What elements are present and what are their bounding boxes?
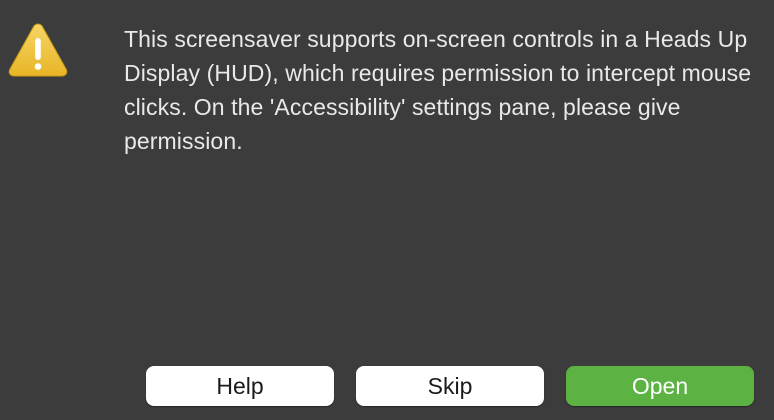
alert-dialog: This screensaver supports on-screen cont… bbox=[0, 0, 774, 420]
alert-message: This screensaver supports on-screen cont… bbox=[124, 26, 752, 154]
open-button[interactable]: Open bbox=[566, 366, 754, 406]
skip-button[interactable]: Skip bbox=[356, 366, 544, 406]
warning-triangle-icon bbox=[6, 20, 70, 80]
help-button[interactable]: Help bbox=[146, 366, 334, 406]
